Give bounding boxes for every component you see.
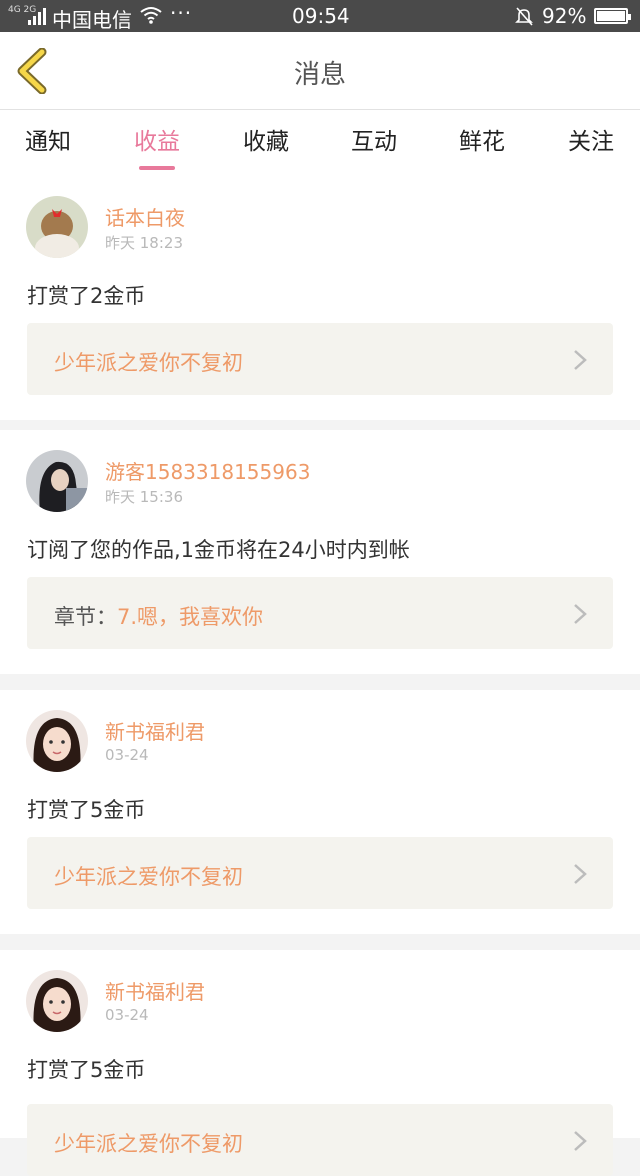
signal-icon [28,8,46,25]
chevron-right-icon [574,864,587,884]
tab-label: 互动 [351,129,397,155]
work-link[interactable]: 少年派之爱你不复初 [27,1104,613,1176]
mute-bell-icon [515,7,533,26]
chevron-right-icon [574,604,587,624]
carrier-name: 中国电信 [52,8,132,32]
message-card: 游客1583318155963 昨天 15:36 订阅了您的作品,1金币将在24… [0,430,640,674]
battery-icon [594,8,631,24]
username[interactable]: 游客1583318155963 [105,456,310,485]
tab-bar: 通知 收益 收藏 互动 鲜花 关注 [0,110,640,176]
work-link[interactable]: 少年派之爱你不复初 [27,837,613,909]
page-title: 消息 [293,60,346,90]
timestamp: 昨天 15:36 [105,488,183,506]
message-text: 订阅了您的作品,1金币将在24小时内到帐 [27,538,410,562]
tab-flowers[interactable]: 鲜花 [442,122,522,156]
tab-favorites[interactable]: 收藏 [226,122,306,156]
username[interactable]: 新书福利君 [105,976,205,1005]
tab-earnings[interactable]: 收益 [117,122,197,170]
message-card: 新书福利君 03-24 打赏了5金币 少年派之爱你不复初 [0,690,640,934]
timestamp: 03-24 [105,746,149,764]
header: 消息 [0,32,640,110]
tab-follows[interactable]: 关注 [551,122,631,156]
username[interactable]: 话本白夜 [105,202,185,231]
tab-interactions[interactable]: 互动 [334,122,414,156]
tab-label: 收藏 [243,129,289,155]
message-text: 打赏了5金币 [27,798,146,822]
timestamp: 昨天 18:23 [105,234,183,252]
work-link[interactable]: 少年派之爱你不复初 [27,323,613,395]
tab-notifications[interactable]: 通知 [8,122,88,156]
link-title: 少年派之爱你不复初 [54,1132,243,1156]
wifi-icon [140,7,162,24]
link-label: 少年派之爱你不复初 [54,1128,243,1158]
message-card: 新书福利君 03-24 打赏了5金币 少年派之爱你不复初 [0,950,640,1176]
active-tab-indicator [139,166,175,170]
link-label: 章节：7.嗯，我喜欢你 [54,601,263,631]
message-text: 打赏了5金币 [27,1058,146,1082]
battery-percent: 92% [542,4,587,28]
tab-label: 通知 [25,129,71,155]
tab-label: 收益 [134,129,180,155]
tab-label: 鲜花 [459,129,505,155]
message-text: 打赏了2金币 [27,284,146,308]
chevron-right-icon [574,350,587,370]
tab-label: 关注 [568,129,614,155]
clock: 09:54 [292,4,350,28]
link-title: 少年派之爱你不复初 [54,865,243,889]
chapter-link[interactable]: 章节：7.嗯，我喜欢你 [27,577,613,649]
link-prefix: 章节： [54,605,117,629]
link-label: 少年派之爱你不复初 [54,347,243,377]
status-bar: 4G 2G 中国电信 ··· 09:54 92% [0,0,640,32]
link-title: 少年派之爱你不复初 [54,351,243,375]
more-indicator: ··· [170,1,193,25]
avatar[interactable] [26,196,88,258]
message-card: 话本白夜 昨天 18:23 打赏了2金币 少年派之爱你不复初 [0,176,640,420]
avatar[interactable] [26,450,88,512]
avatar[interactable] [26,970,88,1032]
username[interactable]: 新书福利君 [105,716,205,745]
chevron-right-icon [574,1131,587,1151]
avatar[interactable] [26,710,88,772]
timestamp: 03-24 [105,1006,149,1024]
battery-fill [597,11,625,21]
link-title: 7.嗯，我喜欢你 [117,605,264,629]
link-label: 少年派之爱你不复初 [54,861,243,891]
